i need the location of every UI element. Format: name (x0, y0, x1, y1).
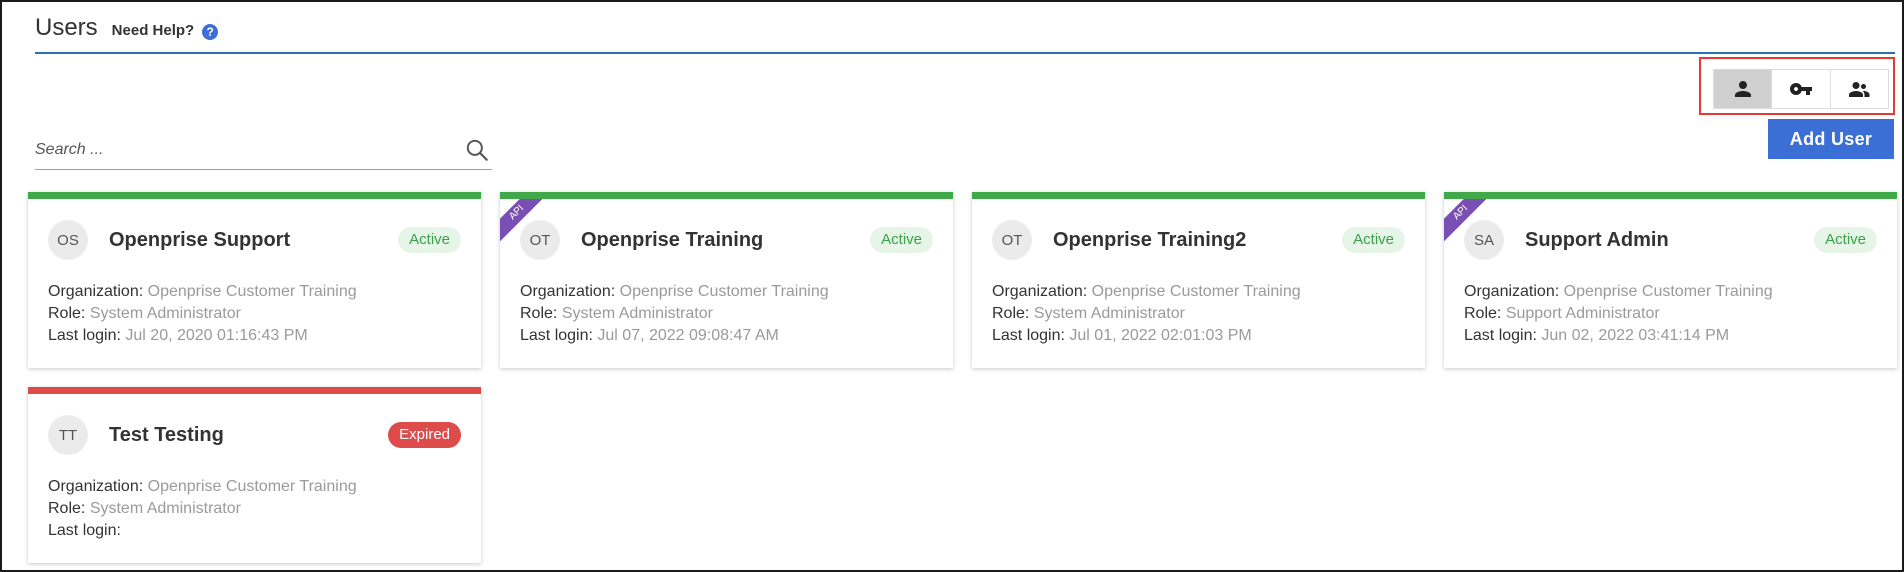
role-value: System Administrator (89, 305, 241, 322)
last-login-label: Last login: (520, 327, 593, 344)
avatar: OT (520, 220, 560, 260)
user-name[interactable]: Test Testing (109, 424, 388, 447)
user-card-header: OS Openprise Support Active (48, 219, 461, 261)
last-login-value: Jun 02, 2022 03:41:14 PM (1541, 327, 1730, 344)
view-users-button[interactable] (1714, 70, 1773, 108)
organization-label: Organization: (48, 478, 144, 495)
user-card-details: Organization: Openprise Customer Trainin… (992, 281, 1405, 347)
page-title: Users (35, 14, 98, 41)
view-groups-button[interactable] (1830, 70, 1888, 108)
user-card[interactable]: OS Openprise Support Active Organization… (28, 192, 481, 368)
user-name[interactable]: Openprise Training (581, 229, 870, 252)
role-label: Role: (48, 500, 86, 517)
add-user-button[interactable]: Add User (1768, 119, 1894, 159)
user-card-header: SA Support Admin Active (1464, 219, 1877, 261)
status-badge: Active (870, 227, 933, 253)
user-card-header: TT Test Testing Expired (48, 414, 461, 456)
help-icon[interactable]: ? (202, 24, 219, 40)
organization-value: Openprise Customer Training (1563, 283, 1773, 300)
organization-value: Openprise Customer Training (147, 283, 357, 300)
status-badge: Active (1814, 227, 1877, 253)
role-label: Role: (520, 305, 558, 322)
last-login-label: Last login: (48, 327, 121, 344)
view-keys-button[interactable] (1772, 70, 1831, 108)
last-login-label: Last login: (992, 327, 1065, 344)
user-card[interactable]: OT Openprise Training2 Active Organizati… (972, 192, 1425, 368)
view-switcher (1699, 57, 1895, 115)
search-input[interactable] (35, 140, 464, 159)
role-value: System Administrator (561, 305, 713, 322)
user-card-details: Organization: Openprise Customer Trainin… (1464, 281, 1877, 347)
organization-value: Openprise Customer Training (1091, 283, 1301, 300)
user-card-header: OT Openprise Training Active (520, 219, 933, 261)
status-badge: Active (398, 227, 461, 253)
user-name[interactable]: Openprise Training2 (1053, 229, 1342, 252)
user-name[interactable]: Support Admin (1525, 229, 1814, 252)
user-card[interactable]: API OT Openprise Training Active Organiz… (500, 192, 953, 368)
avatar: SA (1464, 220, 1504, 260)
organization-label: Organization: (1464, 283, 1560, 300)
last-login-value: Jul 20, 2020 01:16:43 PM (125, 327, 308, 344)
last-login-label: Last login: (48, 522, 121, 539)
avatar: OT (992, 220, 1032, 260)
need-help-link[interactable]: Need Help? (112, 22, 195, 39)
app-frame: Users Need Help? ? Search ... Add User O… (0, 0, 1904, 572)
people-icon (1849, 82, 1870, 97)
last-login-value: Jul 01, 2022 02:01:03 PM (1069, 327, 1252, 344)
organization-label: Organization: (520, 283, 616, 300)
last-login-label: Last login: (1464, 327, 1537, 344)
page-header: Users Need Help? ? (35, 12, 1895, 54)
user-card-header: OT Openprise Training2 Active (992, 219, 1405, 261)
key-icon (1789, 83, 1812, 95)
user-name[interactable]: Openprise Support (109, 229, 398, 252)
user-card[interactable]: API SA Support Admin Active Organization… (1444, 192, 1897, 368)
organization-value: Openprise Customer Training (619, 283, 829, 300)
role-value: System Administrator (89, 500, 241, 517)
role-value: Support Administrator (1505, 305, 1660, 322)
status-badge: Expired (388, 422, 461, 448)
role-value: System Administrator (1033, 305, 1185, 322)
user-card-details: Organization: Openprise Customer Trainin… (48, 281, 461, 347)
view-switcher-group (1713, 69, 1889, 109)
avatar: TT (48, 415, 88, 455)
last-login-value: Jul 07, 2022 09:08:47 AM (597, 327, 779, 344)
search-bar (35, 130, 492, 170)
organization-value: Openprise Customer Training (147, 478, 357, 495)
organization-label: Organization: (992, 283, 1088, 300)
role-label: Role: (992, 305, 1030, 322)
role-label: Role: (48, 305, 86, 322)
status-badge: Active (1342, 227, 1405, 253)
role-label: Role: (1464, 305, 1502, 322)
user-card-details: Organization: Openprise Customer Trainin… (48, 476, 461, 542)
user-card[interactable]: TT Test Testing Expired Organization: Op… (28, 387, 481, 563)
avatar: OS (48, 220, 88, 260)
user-card-details: Organization: Openprise Customer Trainin… (520, 281, 933, 347)
search-icon[interactable] (464, 137, 490, 163)
person-icon (1734, 81, 1751, 97)
organization-label: Organization: (48, 283, 144, 300)
